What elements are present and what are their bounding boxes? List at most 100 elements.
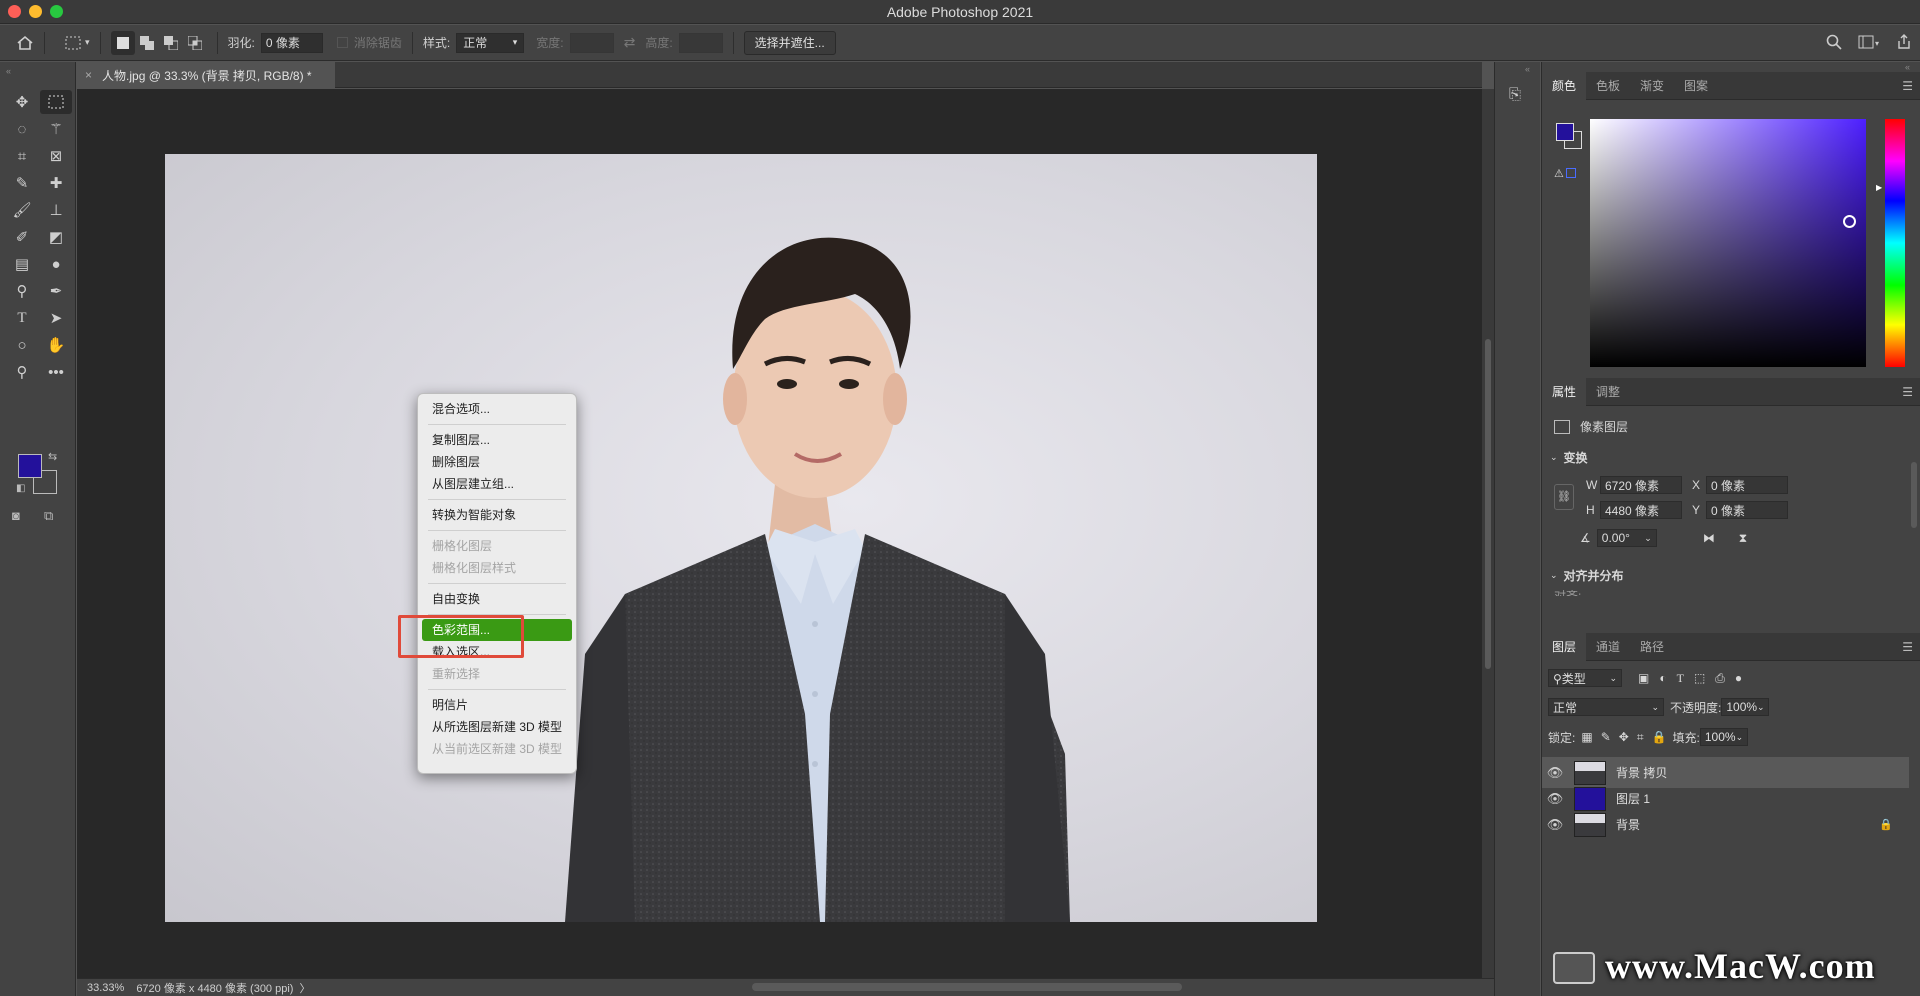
frame-tool-icon[interactable]: ⊠	[40, 144, 72, 168]
history-brush-tool-icon[interactable]: ✐	[6, 225, 38, 249]
marquee-tool-preset-icon[interactable]: ▾	[65, 36, 90, 50]
align-section-toggle[interactable]: ⌄ 对齐并分布	[1550, 567, 1624, 584]
select-and-mask-button[interactable]: 选择并遮住...	[743, 30, 836, 55]
brush-tool-icon[interactable]: 🖌	[6, 198, 38, 222]
subtract-from-selection-icon[interactable]	[159, 31, 183, 55]
intersect-selection-icon[interactable]	[183, 31, 207, 55]
more-tools-icon[interactable]: •••	[40, 360, 72, 384]
gradient-tool-icon[interactable]: ▤	[6, 252, 38, 276]
layer-filter-select[interactable]: ⚲类型 ⌄	[1548, 669, 1622, 687]
ellipse-tool-icon[interactable]: ○	[6, 333, 38, 357]
default-colors-icon[interactable]: ◧	[16, 483, 25, 494]
link-icon[interactable]: ⛓	[1554, 484, 1574, 510]
lock-artboard-icon[interactable]: ⌗	[1637, 730, 1644, 745]
layers-panel-tab[interactable]: 通道	[1586, 633, 1630, 661]
filter-toggle-icon[interactable]: ●	[1735, 671, 1742, 685]
lock-position-icon[interactable]: ✥	[1619, 730, 1629, 744]
blur-tool-icon[interactable]: ●	[40, 252, 72, 276]
move-tool-icon[interactable]: ✥	[6, 90, 38, 114]
lock-transparent-icon[interactable]: ▦	[1581, 730, 1592, 744]
add-to-selection-icon[interactable]	[135, 31, 159, 55]
x-field[interactable]: 0 像素	[1706, 476, 1788, 494]
layer-name[interactable]: 背景 拷贝	[1616, 764, 1667, 781]
properties-panel-tab[interactable]: 属性	[1542, 377, 1587, 406]
opacity-field[interactable]: 100% ⌄	[1721, 698, 1770, 716]
magic-wand-tool-icon[interactable]: ⚚	[40, 117, 72, 141]
panel-menu-icon[interactable]: ☰	[1902, 640, 1913, 654]
vertical-scrollbar-thumb[interactable]	[1485, 339, 1491, 669]
hue-slider-marker-icon[interactable]: ▶	[1876, 183, 1882, 192]
collapse-panels-icon[interactable]: «	[1905, 62, 1910, 72]
history-panel-icon[interactable]: ⎘	[1509, 86, 1521, 103]
collapse-panel-icon[interactable]: «	[6, 66, 11, 76]
width-input[interactable]	[569, 32, 614, 53]
color-panel-tab[interactable]: 色板	[1586, 72, 1630, 100]
context-menu-item[interactable]: 复制图层...	[422, 429, 572, 451]
home-icon[interactable]	[16, 35, 34, 51]
eraser-tool-icon[interactable]: ◩	[40, 225, 72, 249]
type-tool-icon[interactable]: T	[6, 306, 38, 330]
panel-foreground-swatch[interactable]	[1556, 123, 1574, 141]
height-input[interactable]	[678, 32, 723, 53]
document-canvas-image[interactable]	[165, 154, 1317, 922]
visibility-eye-icon[interactable]: 👁	[1542, 817, 1568, 833]
swap-colors-icon[interactable]: ⇆	[48, 450, 57, 463]
document-tab[interactable]: × 人物.jpg @ 33.3% (背景 拷贝, RGB/8) *	[77, 62, 335, 88]
panel-menu-icon[interactable]: ☰	[1902, 385, 1913, 399]
layers-panel-tab[interactable]: 路径	[1630, 633, 1674, 661]
path-selection-tool-icon[interactable]: ➤	[40, 306, 72, 330]
zoom-level[interactable]: 33.33%	[87, 982, 124, 994]
lasso-tool-icon[interactable]: ◌	[6, 117, 38, 141]
context-menu-item[interactable]: 从图层建立组...	[422, 473, 572, 495]
visibility-eye-icon[interactable]: 👁	[1542, 765, 1568, 781]
quick-mask-icon[interactable]: ◙	[12, 508, 20, 523]
context-menu-item[interactable]: 混合选项...	[422, 398, 572, 420]
transform-section-toggle[interactable]: ⌄ 变换	[1550, 449, 1588, 466]
hand-tool-icon[interactable]: ✋	[40, 333, 72, 357]
y-field[interactable]: 0 像素	[1706, 501, 1788, 519]
search-icon[interactable]	[1826, 34, 1842, 53]
rectangular-marquee-tool-icon[interactable]	[40, 90, 72, 114]
zoom-window-button[interactable]	[50, 5, 63, 18]
foreground-color-swatch[interactable]	[18, 454, 42, 478]
minimize-window-button[interactable]	[29, 5, 42, 18]
height-field[interactable]: 4480 像素	[1600, 501, 1682, 519]
color-field[interactable]	[1590, 119, 1866, 367]
share-icon[interactable]	[1896, 33, 1912, 53]
style-select[interactable]: 正常 ▾	[456, 32, 525, 53]
filter-pixel-icon[interactable]: ▣	[1638, 671, 1649, 685]
visibility-eye-icon[interactable]: 👁	[1542, 791, 1568, 807]
context-menu-item[interactable]: 明信片	[422, 694, 572, 716]
flip-horizontal-icon[interactable]: ⧓	[1703, 531, 1715, 545]
fill-field[interactable]: 100% ⌄	[1699, 728, 1748, 746]
feather-input[interactable]	[260, 32, 323, 53]
screen-mode-icon[interactable]: ⧉	[44, 508, 53, 524]
crop-tool-icon[interactable]: ⌗	[6, 144, 38, 168]
layer-name[interactable]: 图层 1	[1616, 790, 1650, 807]
eyedropper-tool-icon[interactable]: ✎	[6, 171, 38, 195]
layer-thumbnail[interactable]	[1574, 812, 1606, 837]
horizontal-scrollbar-thumb[interactable]	[752, 983, 1182, 991]
layer-thumbnail[interactable]	[1574, 786, 1606, 811]
layer-name[interactable]: 背景	[1616, 816, 1640, 833]
panel-menu-icon[interactable]: ☰	[1902, 79, 1913, 93]
antialias-checkbox[interactable]	[336, 37, 348, 48]
zoom-tool-icon[interactable]: ⚲	[6, 360, 38, 384]
lock-icon[interactable]: 🔒	[1879, 818, 1893, 831]
swap-width-height-icon[interactable]: ⇄	[624, 34, 636, 51]
properties-panel-tab[interactable]: 调整	[1586, 378, 1630, 406]
blend-mode-select[interactable]: 正常 ⌄	[1548, 698, 1664, 716]
context-menu-item[interactable]: 自由变换	[422, 588, 572, 610]
context-menu-item[interactable]: 转换为智能对象	[422, 504, 572, 526]
layer-row[interactable]: 👁 背景 🔒	[1542, 809, 1909, 840]
filter-type-icon[interactable]: T	[1677, 671, 1684, 686]
workspace-icon[interactable]: ▾	[1858, 35, 1880, 52]
lock-all-icon[interactable]: 🔒	[1652, 730, 1667, 744]
angle-field[interactable]: 0.00° ⌄	[1596, 529, 1657, 547]
layer-thumbnail[interactable]	[1574, 760, 1606, 785]
dodge-tool-icon[interactable]: ⚲	[6, 279, 38, 303]
color-panel-tab[interactable]: 图案	[1674, 72, 1718, 100]
vertical-scrollbar[interactable]	[1482, 89, 1494, 978]
filter-smart-object-icon[interactable]: ⎙	[1715, 671, 1725, 686]
color-picker-ring[interactable]	[1843, 215, 1856, 228]
